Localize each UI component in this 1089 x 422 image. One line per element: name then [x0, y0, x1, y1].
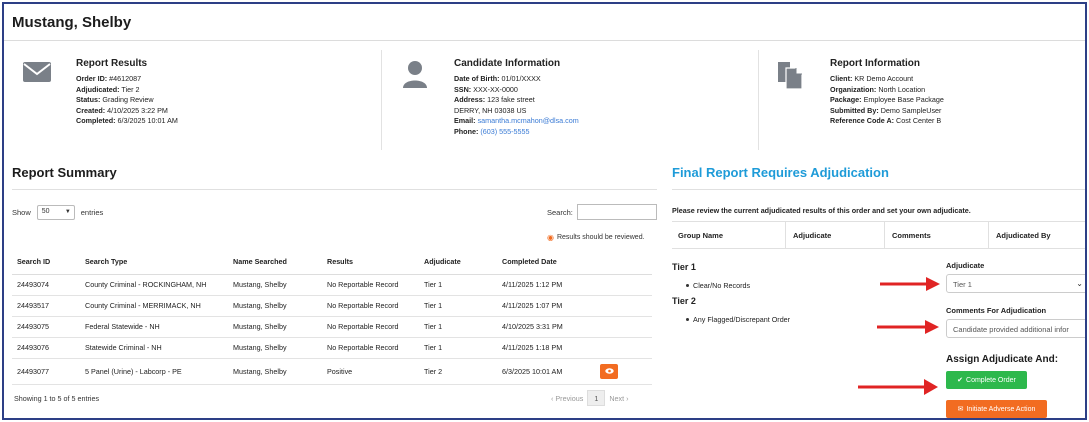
adjudicate-select[interactable]: Tier 1 ⌄ — [946, 274, 1085, 293]
previous-page-button[interactable]: ‹ Previous — [551, 394, 583, 403]
column-header-actions — [595, 250, 652, 275]
report-results-block: Report Results Order ID: #4612087 Adjudi… — [22, 52, 382, 156]
report-summary-table: Search ID Search Type Name Searched Resu… — [12, 250, 652, 385]
initiate-adverse-action-button[interactable]: ✉ Initiate Adverse Action — [946, 400, 1047, 418]
column-header: Comments — [892, 231, 931, 240]
candidate-info-title: Candidate Information — [454, 58, 561, 69]
city-row: DERRY, NH 03038 US — [454, 105, 527, 115]
adjudication-title: Final Report Requires Adjudication — [672, 165, 889, 180]
created-row: Created: 4/10/2025 3:22 PM — [76, 105, 168, 115]
adjudication-table-header: Group Name Adjudicate Comments Adjudicat… — [672, 221, 1085, 249]
column-header[interactable]: Completed Date — [497, 250, 595, 275]
column-header: Adjudicate — [793, 231, 832, 240]
tier-2-label: Tier 2 — [672, 296, 696, 306]
ssn-row: SSN: XXX-XX-0000 — [454, 84, 518, 94]
column-header: Group Name — [678, 231, 724, 240]
search-label: Search: — [547, 207, 573, 217]
submitted-by-row: Submitted By: Demo SampleUser — [830, 105, 942, 115]
show-label: Show — [12, 208, 31, 217]
tier-2-item: Any Flagged/Discrepant Order — [686, 315, 790, 324]
page-frame: Mustang, Shelby Report Results Order ID:… — [2, 2, 1087, 420]
column-header: Adjudicated By — [996, 231, 1051, 240]
eye-icon: ◉ — [547, 233, 554, 242]
showing-entries: Showing 1 to 5 of 5 entries — [14, 394, 100, 403]
status-row: Status: Grading Review — [76, 95, 154, 105]
divider — [758, 50, 759, 150]
organization-row: Organization: North Location — [830, 84, 926, 94]
page-button-1[interactable]: 1 — [587, 390, 606, 406]
column-header[interactable]: Adjudicate — [419, 250, 497, 275]
user-icon — [400, 60, 430, 90]
chevron-down-icon: ⌄ — [1076, 279, 1083, 288]
divider — [381, 50, 382, 150]
assign-adjudicate-title: Assign Adjudicate And: — [946, 354, 1059, 365]
table-row: 24493076 Statewide Criminal - NH Mustang… — [12, 337, 652, 359]
eye-icon — [604, 368, 614, 374]
report-summary-title: Report Summary — [12, 165, 117, 180]
review-note: ◉ Results should be reviewed. — [547, 233, 645, 242]
comments-label: Comments For Adjudication — [946, 306, 1047, 315]
comments-input[interactable]: Candidate provided additional infor — [946, 319, 1085, 338]
search-input[interactable] — [576, 204, 657, 220]
column-header[interactable]: Search Type — [80, 250, 228, 275]
candidate-info-block: Candidate Information Date of Birth: 01/… — [400, 52, 760, 156]
table-row: 24493074 County Criminal - ROCKINGHAM, N… — [12, 274, 652, 296]
check-icon: ✔ — [957, 377, 964, 384]
report-info-block: Report Information Client: KR Demo Accou… — [776, 52, 1085, 156]
adjudication-note: Please review the current adjudicated re… — [672, 206, 971, 215]
annotation-arrow — [880, 277, 940, 291]
tier-1-item: Clear/No Records — [686, 281, 750, 290]
adjudicate-label: Adjudicate — [946, 261, 985, 270]
entries-select[interactable]: 50 ▼ — [36, 205, 75, 220]
entries-control: Show 50 ▼ entries — [12, 205, 103, 220]
order-id-row: Order ID: #4612087 — [76, 74, 142, 83]
adjudicated-row: Adjudicated: Tier 2 — [76, 84, 140, 94]
candidate-name: Mustang, Shelby — [12, 14, 132, 31]
phone-row: Phone: (603) 555-5555 — [454, 126, 530, 136]
phone-link[interactable]: (603) 555-5555 — [478, 127, 529, 136]
annotation-arrow — [877, 320, 939, 334]
tier-1-label: Tier 1 — [672, 262, 696, 272]
client-row: Client: KR Demo Account — [830, 74, 914, 83]
table-row: 24493075 Federal Statewide - NH Mustang,… — [12, 316, 652, 338]
email-link[interactable]: samantha.mcmahon@dlsa.com — [476, 116, 579, 125]
page-header: Mustang, Shelby — [4, 4, 1085, 41]
table-header-row: Search ID Search Type Name Searched Resu… — [12, 250, 652, 275]
mail-icon: ✉ — [957, 406, 964, 413]
divider — [12, 189, 657, 190]
next-page-button[interactable]: Next › — [609, 394, 628, 403]
complete-order-button[interactable]: ✔ Complete Order — [946, 371, 1027, 389]
table-row: 24493517 County Criminal - MERRIMACK, NH… — [12, 295, 652, 317]
divider — [672, 189, 1085, 190]
view-result-button[interactable] — [600, 363, 618, 379]
column-header[interactable]: Search ID — [12, 250, 80, 275]
entries-label: entries — [80, 208, 104, 217]
column-header[interactable]: Results — [322, 250, 419, 275]
table-search: Search: — [547, 204, 657, 220]
document-icon — [776, 60, 806, 92]
pagination: ‹ Previous 1 Next › — [551, 390, 629, 406]
column-header[interactable]: Name Searched — [228, 250, 322, 275]
envelope-icon — [22, 60, 52, 86]
reference-code-row: Reference Code A: Cost Center B — [830, 116, 942, 126]
completed-row: Completed: 6/3/2025 10:01 AM — [76, 116, 178, 126]
chevron-down-icon: ▼ — [64, 209, 71, 215]
package-row: Package: Employee Base Package — [830, 95, 944, 105]
annotation-arrow — [858, 379, 938, 395]
address-row: Address: 123 fake street — [454, 95, 535, 105]
table-row: 24493077 5 Panel (Urine) - Labcorp - PE … — [12, 358, 652, 385]
dob-row: Date of Birth: 01/01/XXXX — [454, 74, 541, 83]
report-results-title: Report Results — [76, 58, 148, 69]
report-info-title: Report Information — [830, 58, 920, 69]
email-row: Email: samantha.mcmahon@dlsa.com — [454, 116, 579, 126]
